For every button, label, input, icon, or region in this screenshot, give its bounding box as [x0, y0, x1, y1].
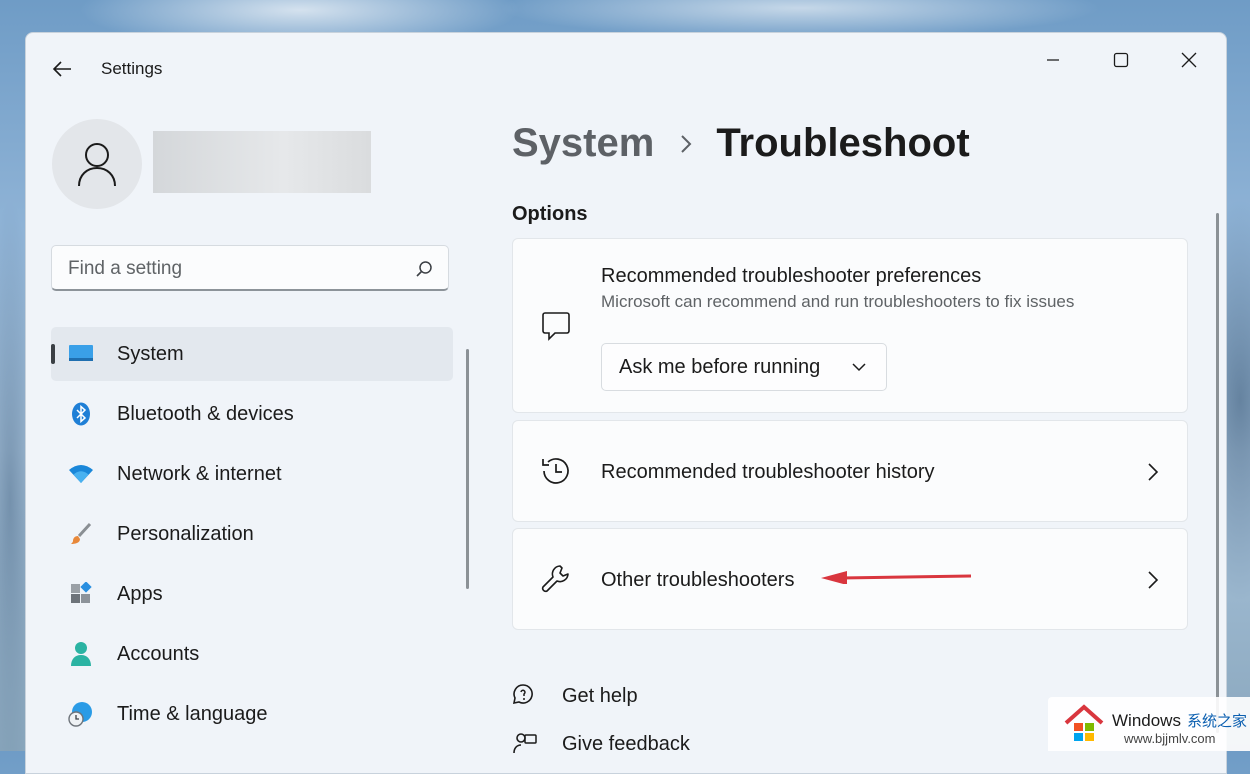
main-scrollbar[interactable]	[1216, 213, 1219, 733]
breadcrumb-parent[interactable]: System	[512, 121, 654, 166]
wrench-icon	[539, 562, 573, 596]
bluetooth-icon	[68, 402, 94, 426]
card-subtitle: Microsoft can recommend and run troubles…	[601, 292, 1075, 311]
give-feedback-link[interactable]: Give feedback	[512, 731, 690, 757]
feedback-icon	[512, 731, 538, 757]
sidebar-item-label: Apps	[117, 582, 163, 605]
watermark-title-cn: 系统之家	[1186, 713, 1247, 730]
app-title: Settings	[101, 59, 163, 78]
get-help-link[interactable]: Get help	[512, 683, 638, 709]
dropdown-selected-value: Ask me before running	[619, 356, 821, 378]
back-arrow-icon	[52, 61, 71, 77]
close-button[interactable]	[1166, 43, 1212, 77]
sidebar-item-label: Bluetooth & devices	[117, 402, 294, 425]
sidebar-item-label: Personalization	[117, 522, 254, 545]
troubleshooter-preference-dropdown[interactable]: Ask me before running	[601, 343, 887, 391]
avatar[interactable]	[52, 119, 142, 209]
sidebar-item-network[interactable]: Network & internet	[51, 447, 453, 501]
chevron-right-icon	[1148, 463, 1159, 481]
section-title: Options	[512, 203, 588, 225]
search-icon[interactable]	[414, 259, 434, 279]
maximize-icon	[1113, 52, 1129, 68]
selection-indicator	[51, 344, 55, 364]
minimize-button[interactable]	[1030, 43, 1076, 77]
watermark-overlay: Windows 系统之家 www.bjjmlv.com	[1048, 697, 1250, 751]
watermark-url: www.bjjmlv.com	[1124, 731, 1216, 746]
get-help-label: Get help	[562, 684, 638, 707]
chevron-right-icon	[1148, 571, 1159, 589]
close-icon	[1181, 52, 1197, 68]
watermark-title: Windows 系统之家	[1112, 710, 1247, 731]
chevron-right-icon	[680, 134, 692, 154]
sidebar-item-apps[interactable]: Apps	[51, 567, 453, 621]
monitor-icon	[68, 342, 94, 366]
sidebar-item-label: Network & internet	[117, 462, 282, 485]
help-chat-icon	[512, 683, 538, 709]
back-button[interactable]	[48, 55, 76, 83]
sidebar-scrollbar[interactable]	[466, 349, 469, 589]
search-input[interactable]	[66, 255, 400, 283]
history-icon	[539, 454, 573, 488]
house-logo-icon	[1064, 704, 1104, 741]
sidebar-nav: System Bluetooth & devices Network & int…	[51, 327, 453, 747]
brush-icon	[68, 522, 94, 546]
person-icon	[78, 143, 116, 187]
apps-icon	[68, 582, 94, 606]
page-title: Troubleshoot	[716, 121, 970, 165]
sidebar-item-accounts[interactable]: Accounts	[51, 627, 453, 681]
card-title: Other troubleshooters	[601, 569, 795, 591]
give-feedback-label: Give feedback	[562, 732, 690, 755]
troubleshooter-history-card[interactable]: Recommended troubleshooter history	[512, 420, 1188, 522]
sidebar-item-time-language[interactable]: Time & language	[51, 687, 453, 741]
sidebar-item-label: System	[117, 342, 184, 365]
sidebar-item-system[interactable]: System	[51, 327, 453, 381]
person-icon	[68, 642, 94, 666]
title-bar: Settings	[26, 33, 1226, 103]
sidebar-item-label: Accounts	[117, 642, 200, 665]
username-redacted	[153, 131, 371, 193]
sidebar-item-personalization[interactable]: Personalization	[51, 507, 453, 561]
chevron-down-icon	[852, 363, 866, 372]
card-title: Recommended troubleshooter preferences	[601, 265, 982, 287]
search-box[interactable]	[51, 245, 449, 291]
card-title: Recommended troubleshooter history	[601, 461, 935, 483]
sidebar-item-label: Time & language	[117, 702, 268, 725]
chat-bubble-icon	[539, 309, 573, 343]
annotation-arrow-icon	[821, 571, 972, 584]
breadcrumb: System Troubleshoot	[512, 121, 970, 166]
globe-clock-icon	[68, 702, 94, 727]
wifi-icon	[68, 462, 94, 486]
sidebar-item-bluetooth[interactable]: Bluetooth & devices	[51, 387, 453, 441]
settings-window: Settings System Bluetooth & de	[25, 32, 1227, 774]
maximize-button[interactable]	[1098, 43, 1144, 77]
watermark-title-en: Windows	[1112, 711, 1181, 730]
minimize-icon	[1047, 59, 1059, 61]
troubleshooter-preferences-card: Recommended troubleshooter preferences M…	[512, 238, 1188, 413]
